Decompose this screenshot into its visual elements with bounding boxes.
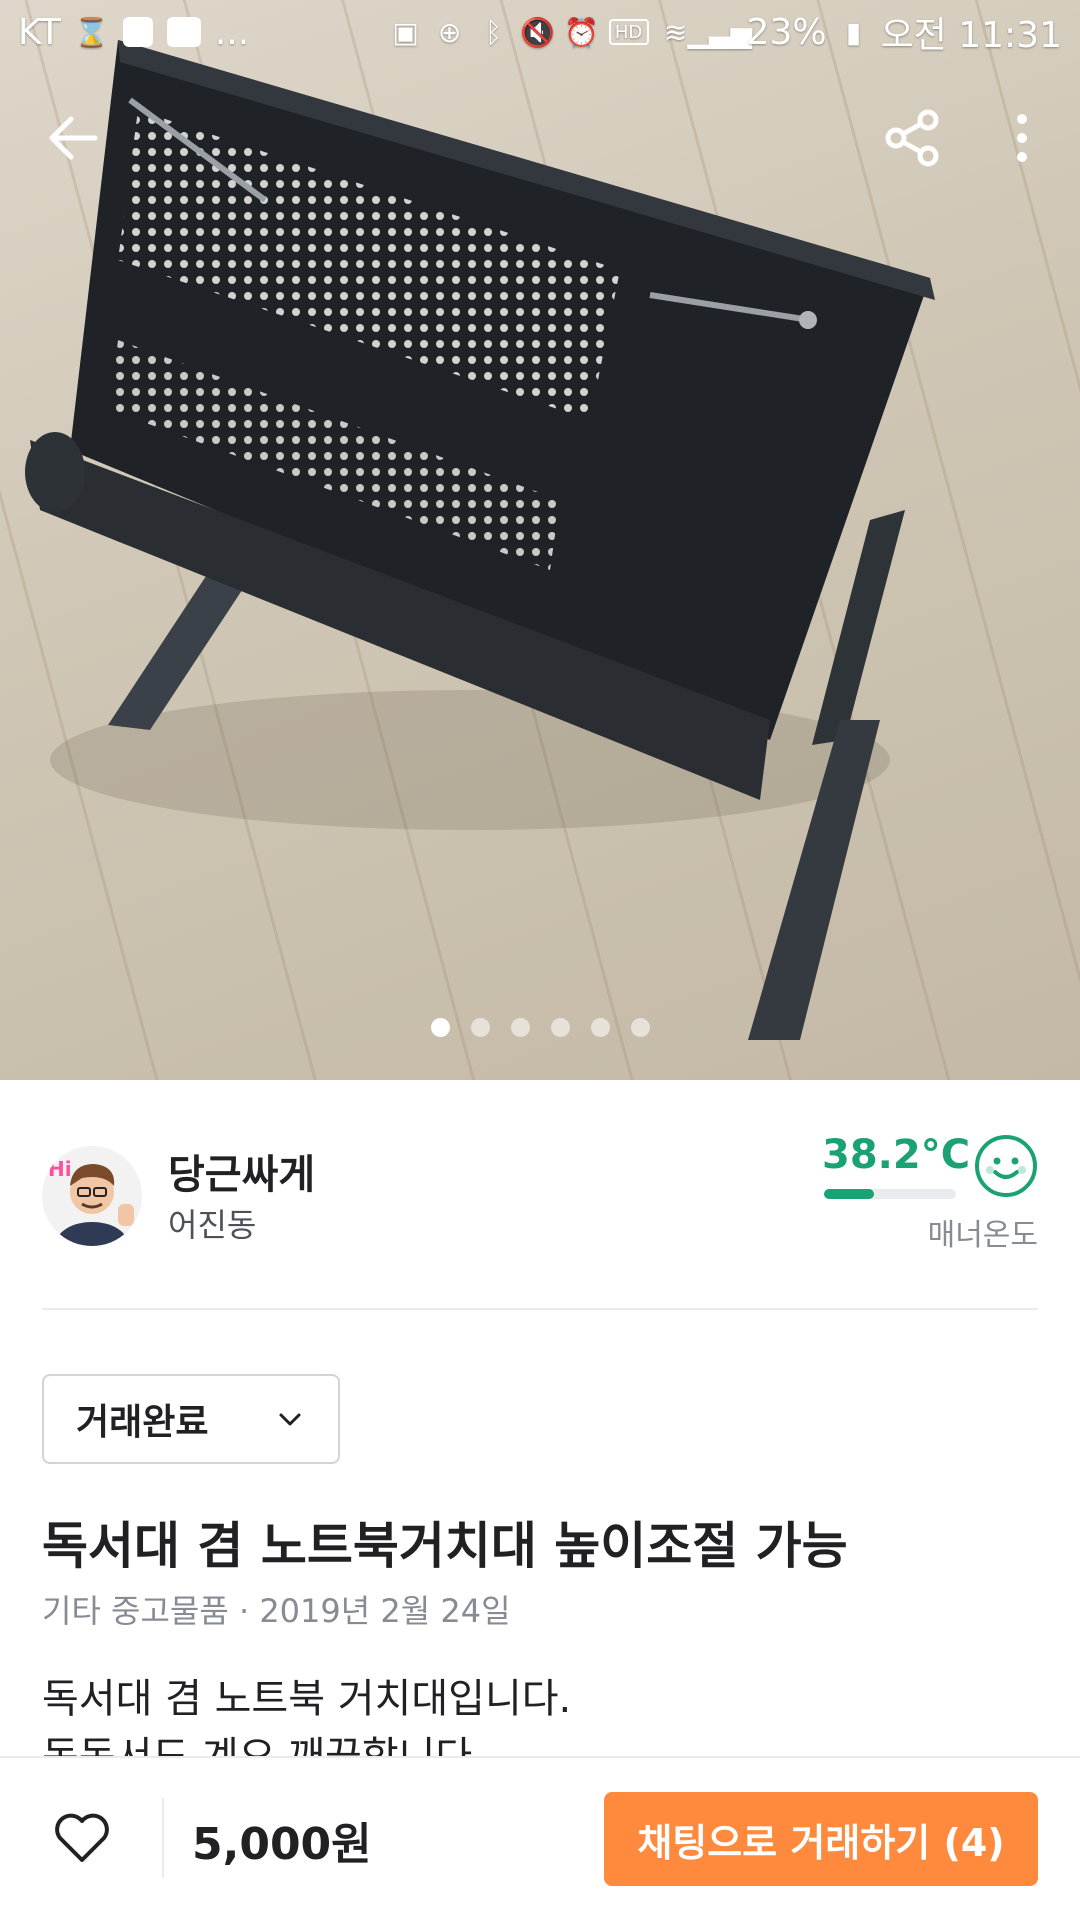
trade-status-value: 거래완료 (76, 1402, 209, 1443)
smile-face-icon (975, 1135, 1037, 1197)
seller-location: 어진동 (168, 1206, 257, 1244)
signal-icon: ▁▃▅ (687, 15, 752, 49)
pager-dot[interactable] (550, 1018, 570, 1037)
manner-temperature-label: 매너온도 (927, 1218, 1038, 1253)
share-button[interactable] (872, 98, 952, 178)
share-icon (885, 109, 939, 167)
back-arrow-icon (49, 116, 98, 160)
pager-dot[interactable] (430, 1018, 450, 1037)
post-title: 독서대 겸 노트북거치대 높이조절 가능 (42, 1517, 848, 1575)
battery-icon: ▮ (845, 15, 862, 49)
hd-icon: HD (608, 19, 649, 45)
seller-name: 당근싸게 (168, 1152, 316, 1198)
data-saver-icon: ⊕ (437, 15, 462, 49)
pager-dot[interactable] (470, 1018, 490, 1037)
heart-icon (55, 1813, 109, 1862)
chat-trade-button[interactable]: 채팅으로 거래하기 (4) (604, 1792, 1038, 1886)
gallery-pager (0, 1018, 1080, 1037)
manner-temperature: 38.2°C (822, 1132, 971, 1178)
chevron-down-icon (279, 1413, 301, 1426)
pager-dot[interactable] (590, 1018, 610, 1037)
mute-icon: 🔇 (520, 15, 555, 49)
battery-saver-icon: ▣ (392, 15, 419, 49)
description-line: 독서대 겸 노트북 거치대입니다. (42, 1676, 572, 1722)
status-bar: KT ⌛ ... ▣ ⊕ ᛒ 🔇 ⏰ HD ≋ ▁▃▅ 23% ▮ 오전 11:… (0, 0, 1080, 64)
more-notifications: ... (214, 11, 250, 53)
back-button[interactable] (32, 98, 112, 178)
b-app-icon (122, 17, 153, 47)
clock: 오전 11:31 (880, 15, 1062, 56)
bluetooth-icon: ᛒ (485, 15, 502, 49)
carrier-label: KT (18, 11, 61, 53)
price: 5,000원 (192, 1819, 372, 1870)
vertical-divider (162, 1798, 164, 1878)
battery-percent: 23% (746, 11, 827, 53)
more-vertical-icon (1017, 114, 1027, 162)
avatar-image: Hi (42, 1146, 142, 1246)
more-button[interactable] (982, 98, 1062, 178)
section-divider (42, 1308, 1038, 1310)
pager-dot[interactable] (630, 1018, 650, 1037)
like-button[interactable] (42, 1798, 122, 1878)
product-photo[interactable]: KT ⌛ ... ▣ ⊕ ᛒ 🔇 ⏰ HD ≋ ▁▃▅ 23% ▮ 오전 11:… (0, 0, 1080, 1080)
manner-temperature-bar (824, 1189, 956, 1199)
bottom-action-bar: 5,000원 채팅으로 거래하기 (4) (0, 1756, 1080, 1920)
trade-status-select[interactable]: 거래완료 (42, 1374, 340, 1464)
manner-temperature-fill (824, 1189, 875, 1199)
avatar[interactable]: Hi (42, 1146, 142, 1246)
seller-profile[interactable]: Hi 당근싸게 어진동 38.2°C 매너온도 (42, 1130, 1038, 1260)
hourglass-icon: ⌛ (74, 15, 110, 49)
post-meta: 기타 중고물품 · 2019년 2월 24일 (42, 1592, 511, 1630)
mall-app-icon (166, 17, 201, 47)
alarm-icon: ⏰ (564, 15, 599, 49)
svg-text:Hi: Hi (48, 1157, 72, 1181)
pager-dot[interactable] (510, 1018, 530, 1037)
